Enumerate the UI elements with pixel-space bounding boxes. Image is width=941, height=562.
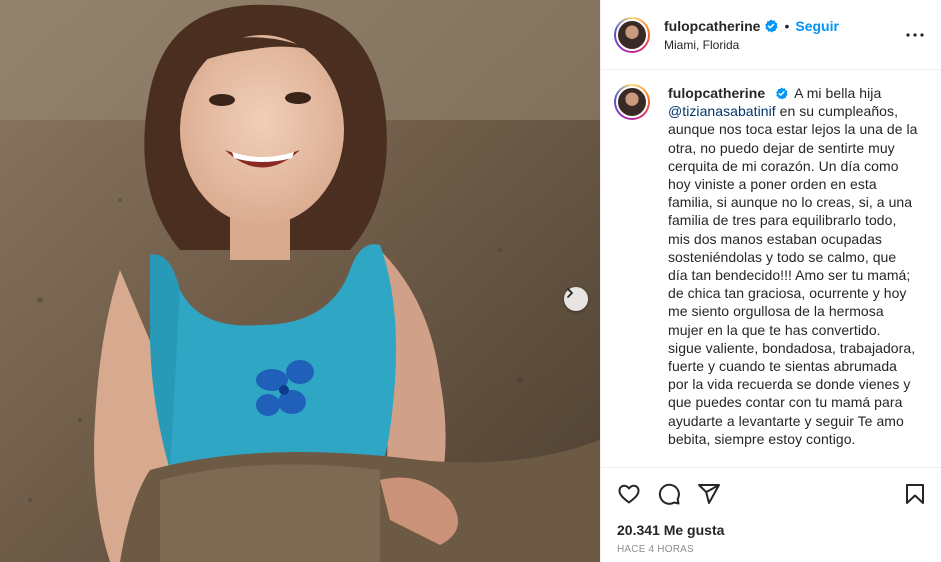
- caption-username[interactable]: fulopcatherine: [668, 85, 765, 101]
- action-bar: [601, 468, 941, 520]
- verified-badge-icon: [775, 87, 788, 100]
- post-timestamp[interactable]: HACE 4 HORAS: [601, 544, 941, 555]
- instagram-post-view: fulopcatherine • Seguir Miami, Florida f…: [0, 0, 941, 562]
- post-details-panel: fulopcatherine • Seguir Miami, Florida f…: [600, 0, 941, 562]
- more-options-button[interactable]: [903, 23, 927, 47]
- paper-plane-icon: [698, 484, 720, 504]
- comment-button[interactable]: [657, 482, 681, 506]
- header-text: fulopcatherine • Seguir Miami, Florida: [664, 18, 903, 52]
- caption: fulopcatherine A mi bella hija @tizianas…: [668, 84, 918, 467]
- more-options-icon: [906, 32, 924, 37]
- caption-area: fulopcatherine A mi bella hija @tizianas…: [601, 70, 941, 468]
- chevron-right-icon: [567, 288, 573, 298]
- share-button[interactable]: [697, 482, 721, 506]
- post-photo[interactable]: [0, 0, 600, 562]
- likes-count[interactable]: 20.341 Me gusta: [601, 522, 941, 538]
- next-photo-button[interactable]: [564, 287, 588, 311]
- post-header: fulopcatherine • Seguir Miami, Florida: [601, 0, 941, 70]
- save-button[interactable]: [903, 482, 927, 506]
- heart-icon: [618, 484, 640, 504]
- caption-text-start: A mi bella hija: [794, 85, 882, 101]
- caption-mention-link[interactable]: @tizianasabatinif: [668, 103, 776, 119]
- follow-button[interactable]: Seguir: [795, 18, 839, 34]
- comment-icon: [658, 483, 680, 505]
- caption-avatar[interactable]: [614, 84, 650, 120]
- avatar[interactable]: [614, 16, 650, 53]
- separator-dot: •: [784, 17, 790, 34]
- caption-text-body: en su cumpleaños, aunque nos toca estar …: [668, 103, 918, 447]
- photo-illustration: [0, 0, 600, 562]
- header-username[interactable]: fulopcatherine: [664, 18, 760, 34]
- bookmark-icon: [906, 484, 924, 504]
- verified-badge-icon: [764, 19, 779, 33]
- like-button[interactable]: [617, 482, 641, 506]
- location-link[interactable]: Miami, Florida: [664, 38, 903, 52]
